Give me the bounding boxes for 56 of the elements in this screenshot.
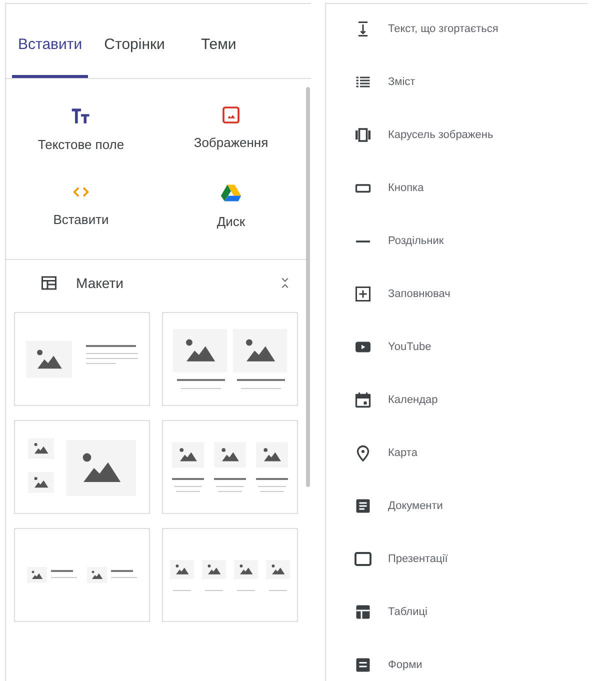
component-item[interactable]: Презентації (326, 548, 588, 570)
scrollbar-thumb[interactable] (306, 87, 310, 487)
component-item[interactable]: YouTube (326, 336, 588, 358)
component-label: Карусель зображень (388, 129, 494, 141)
component-item[interactable]: Зміст (326, 71, 588, 93)
tab[interactable]: Сторінки (98, 36, 171, 78)
layout-option[interactable] (162, 312, 298, 406)
component-label: Текст, що згортається (388, 23, 498, 35)
component-item[interactable]: Карусель зображень (326, 124, 588, 146)
component-item[interactable]: Таблиці (326, 601, 588, 623)
component-label: Таблиці (388, 606, 428, 618)
component-label: Зміст (388, 76, 416, 88)
tab[interactable]: Теми (194, 36, 242, 78)
carousel-icon (354, 126, 372, 144)
insert-option[interactable]: Текстове поле (6, 105, 156, 152)
component-label: Форми (388, 659, 422, 671)
document-icon (354, 497, 372, 515)
component-label: Заповнювач (388, 288, 450, 300)
component-label: Кнопка (388, 182, 424, 194)
insert-option-label: Вставити (53, 212, 109, 227)
layout-option[interactable] (14, 420, 150, 514)
form-icon (354, 656, 372, 674)
insert-option[interactable]: Зображення (156, 105, 306, 152)
insert-option-label: Диск (216, 214, 246, 229)
component-label: Презентації (388, 553, 448, 565)
component-label: Календар (388, 394, 438, 406)
layout-icon (40, 274, 58, 292)
spreadsheet-icon (354, 603, 372, 621)
insert-option-label: Зображення (194, 135, 268, 150)
insert-option[interactable]: Вставити (6, 182, 156, 229)
component-item[interactable]: Календар (326, 389, 588, 411)
component-label: YouTube (388, 341, 432, 353)
layout-option[interactable] (14, 312, 150, 406)
component-label: Роздільник (388, 235, 444, 247)
insert-option-label: Текстове поле (38, 137, 124, 152)
component-label: Карта (388, 447, 418, 459)
insert-option[interactable]: Диск (156, 182, 306, 229)
layouts-header[interactable]: Макети (6, 260, 306, 306)
component-item[interactable]: Роздільник (326, 230, 588, 252)
component-label: Документи (388, 500, 443, 512)
component-item[interactable]: Кнопка (326, 177, 588, 199)
add-box-icon (354, 285, 372, 303)
component-item[interactable]: Форми (326, 654, 588, 676)
calendar-icon (354, 391, 372, 409)
presentation-icon (354, 550, 372, 568)
section-title: Макети (76, 275, 124, 291)
component-item[interactable]: Заповнювач (326, 283, 588, 305)
drive-icon (220, 182, 242, 204)
component-item[interactable]: Документи (326, 495, 588, 517)
map-pin-icon (354, 444, 372, 462)
image-icon (221, 105, 241, 125)
divider-icon (356, 240, 370, 242)
component-item[interactable]: Карта (326, 442, 588, 464)
tab[interactable]: Вставити (12, 36, 88, 78)
component-item[interactable]: Текст, що згортається (326, 18, 588, 40)
layout-option[interactable] (162, 420, 298, 514)
